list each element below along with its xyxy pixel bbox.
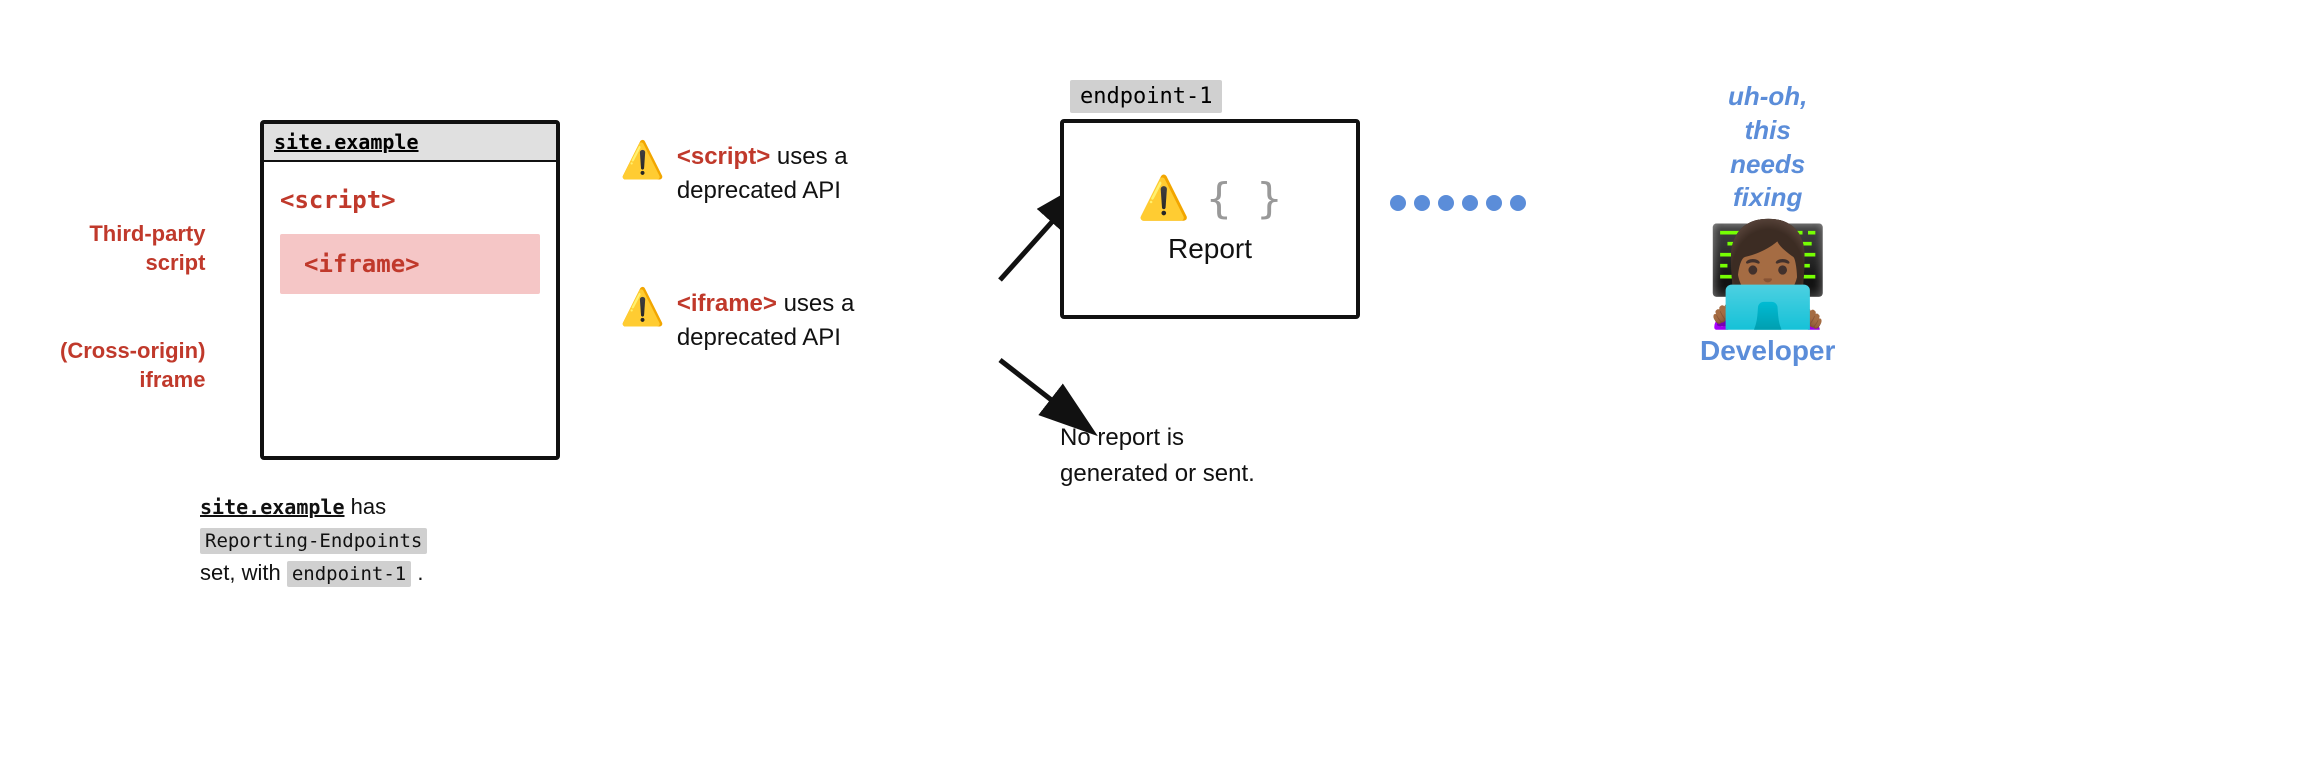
third-party-label: Third-party script — [60, 220, 205, 277]
caption-endpoint1: endpoint-1 — [287, 561, 411, 587]
warnings-area: ⚠️ <script> uses adeprecated API ⚠️ <ifr… — [620, 140, 854, 354]
caption-set-with: set, with — [200, 560, 287, 585]
developer-emoji: 👩🏾‍💻 — [1705, 225, 1830, 325]
warning-text-script: <script> uses adeprecated API — [677, 140, 848, 207]
iframe-tag-display: <iframe> — [280, 234, 540, 294]
dot-4 — [1462, 195, 1478, 211]
diagram-container: Third-party script (Cross-origin) iframe… — [0, 0, 2324, 762]
endpoint-box: endpoint-1 ⚠️ { } Report — [1060, 80, 1370, 319]
script-tag-display: <script> — [280, 182, 540, 218]
caption-period: . — [411, 560, 423, 585]
warning-icon-script: ⚠️ — [620, 142, 665, 178]
warning-script: ⚠️ <script> uses adeprecated API — [620, 140, 854, 207]
dot-5 — [1486, 195, 1502, 211]
endpoint-window: ⚠️ { } Report — [1060, 119, 1360, 319]
caption-site-example: site.example — [200, 495, 345, 519]
browser-content: <script> <iframe> — [264, 162, 556, 314]
endpoint-icons: ⚠️ { } — [1138, 174, 1282, 223]
browser-box: site.example <script> <iframe> — [260, 120, 560, 460]
left-labels: Third-party script (Cross-origin) iframe — [60, 220, 205, 394]
cross-origin-label: (Cross-origin) iframe — [60, 337, 205, 394]
warning-iframe: ⚠️ <iframe> uses adeprecated API — [620, 287, 854, 354]
developer-area: uh-oh, this needs fixing 👩🏾‍💻 Developer — [1700, 80, 1835, 367]
browser-caption: site.example has Reporting-Endpoints set… — [200, 490, 620, 589]
no-report-text: No report is generated or sent. — [1060, 420, 1255, 492]
report-label: Report — [1168, 233, 1252, 265]
dot-1 — [1390, 195, 1406, 211]
iframe-tag-warning: <iframe> — [677, 290, 777, 317]
dot-3 — [1438, 195, 1454, 211]
developer-label: Developer — [1700, 335, 1835, 367]
warning-icon-iframe: ⚠️ — [620, 289, 665, 325]
dotted-line — [1390, 195, 1526, 211]
warning-icon-endpoint: ⚠️ — [1138, 174, 1190, 223]
caption-reporting-endpoints: Reporting-Endpoints — [200, 528, 427, 554]
speech-text: uh-oh, this needs fixing — [1728, 80, 1807, 215]
script-tag-warning: <script> — [677, 143, 770, 170]
dot-2 — [1414, 195, 1430, 211]
caption-has: has — [345, 494, 387, 519]
endpoint-label: endpoint-1 — [1070, 80, 1222, 113]
dot-6 — [1510, 195, 1526, 211]
warning-text-iframe: <iframe> uses adeprecated API — [677, 287, 854, 354]
browser-titlebar: site.example — [264, 124, 556, 162]
curly-braces-icon: { } — [1206, 174, 1282, 223]
